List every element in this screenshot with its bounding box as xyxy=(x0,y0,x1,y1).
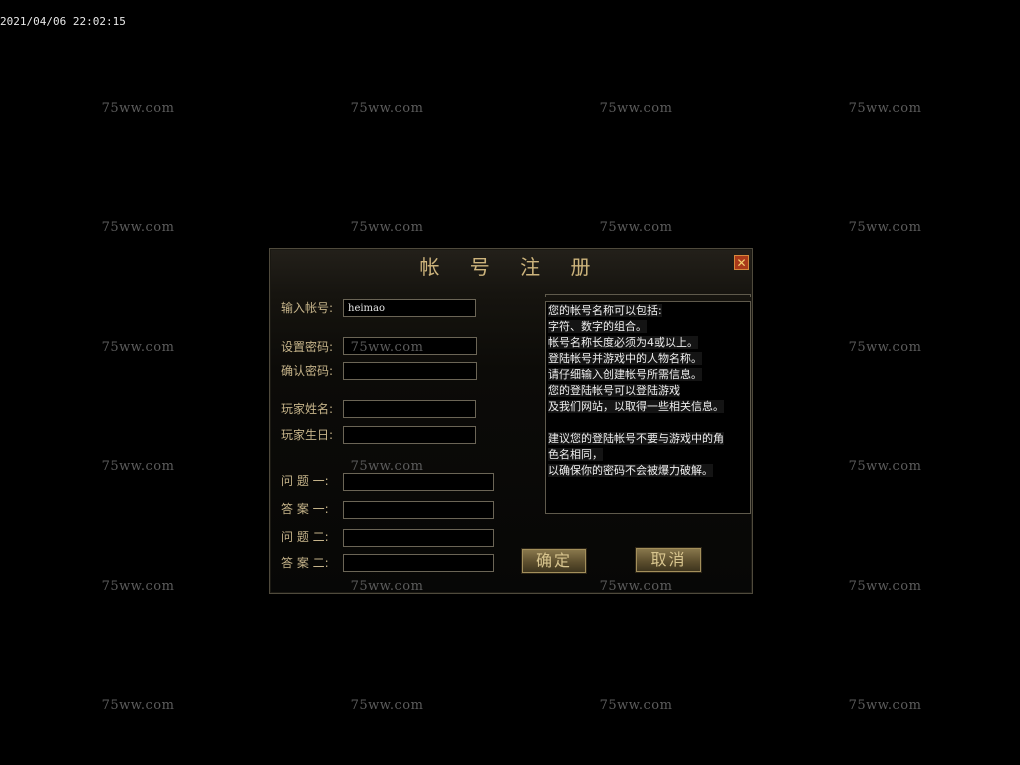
info-line: 登陆帐号并游戏中的人物名称。 xyxy=(548,352,702,365)
info-line: 帐号名称长度必须为4或以上。 xyxy=(548,336,698,349)
info-line: 以确保你的密码不会被爆力破解。 xyxy=(548,464,713,477)
question2-label: 问 题 二: xyxy=(281,530,329,544)
answer2-input[interactable] xyxy=(343,554,494,572)
watermark: 75ww.com xyxy=(350,459,424,474)
watermark: 75ww.com xyxy=(101,101,175,116)
answer1-input[interactable] xyxy=(343,501,494,519)
watermark: 75ww.com xyxy=(350,340,424,355)
watermark: 75ww.com xyxy=(101,579,175,594)
question1-label: 问 题 一: xyxy=(281,474,329,488)
info-line: 建议您的登陆帐号不要与游戏中的角 xyxy=(548,432,724,445)
info-line: 您的帐号名称可以包括: xyxy=(548,304,662,317)
info-line: 色名相同， xyxy=(548,448,603,461)
watermark: 75ww.com xyxy=(599,698,673,713)
watermark: 75ww.com xyxy=(848,220,922,235)
dialog-title: 帐 号 注 册 xyxy=(419,255,603,279)
player-birthday-label: 玩家生日: xyxy=(281,428,334,442)
close-icon[interactable]: ✕ xyxy=(734,255,749,270)
watermark: 75ww.com xyxy=(599,220,673,235)
watermark: 75ww.com xyxy=(101,698,175,713)
watermark: 75ww.com xyxy=(848,340,922,355)
registration-dialog: 帐 号 注 册 ✕ 输入帐号: 设置密码: 确认密码: 玩家姓名: 玩家生日: … xyxy=(269,248,753,594)
info-line xyxy=(548,415,748,431)
watermark: 75ww.com xyxy=(101,220,175,235)
info-panel-divider xyxy=(545,294,751,297)
watermark: 75ww.com xyxy=(350,579,424,594)
answer2-label: 答 案 二: xyxy=(281,556,329,570)
watermark: 75ww.com xyxy=(350,698,424,713)
watermark: 75ww.com xyxy=(350,220,424,235)
player-name-label: 玩家姓名: xyxy=(281,402,334,416)
cancel-button[interactable]: 取消 xyxy=(635,547,702,573)
question1-input[interactable] xyxy=(343,473,494,491)
player-birthday-input[interactable] xyxy=(343,426,476,444)
account-input[interactable] xyxy=(343,299,476,317)
watermark: 75ww.com xyxy=(848,459,922,474)
watermark: 75ww.com xyxy=(599,579,673,594)
account-label: 输入帐号: xyxy=(281,301,334,315)
watermark: 75ww.com xyxy=(101,459,175,474)
info-line: 您的登陆帐号可以登陆游戏 xyxy=(548,384,680,397)
question2-input[interactable] xyxy=(343,529,494,547)
timestamp: 2021/04/06 22:02:15 xyxy=(0,15,126,28)
player-name-input[interactable] xyxy=(343,400,476,418)
password-label: 设置密码: xyxy=(281,340,334,354)
watermark: 75ww.com xyxy=(848,698,922,713)
ok-button[interactable]: 确定 xyxy=(521,548,587,574)
watermark: 75ww.com xyxy=(848,101,922,116)
info-line: 请仔细输入创建帐号所需信息。 xyxy=(548,368,702,381)
watermark: 75ww.com xyxy=(599,101,673,116)
watermark: 75ww.com xyxy=(101,340,175,355)
watermark: 75ww.com xyxy=(848,579,922,594)
watermark: 75ww.com xyxy=(350,101,424,116)
info-line: 字符、数字的组合。 xyxy=(548,320,647,333)
info-line: 及我们网站，以取得一些相关信息。 xyxy=(548,400,724,413)
answer1-label: 答 案 一: xyxy=(281,502,329,516)
info-panel: 您的帐号名称可以包括: 字符、数字的组合。 帐号名称长度必须为4或以上。 登陆帐… xyxy=(545,301,751,514)
confirm-password-input[interactable] xyxy=(343,362,477,380)
confirm-password-label: 确认密码: xyxy=(281,364,334,378)
